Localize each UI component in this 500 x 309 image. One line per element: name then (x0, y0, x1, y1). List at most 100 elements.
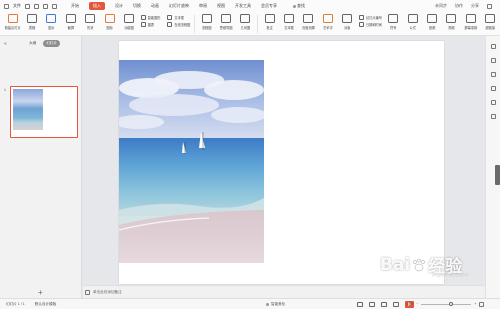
mindmap-button[interactable]: 思维导图 (216, 12, 235, 34)
shape-label: 形状 (87, 26, 94, 30)
tab-view[interactable]: 视图 (217, 3, 225, 9)
comment-button[interactable]: 批注 (260, 12, 279, 34)
online-flowchart-button[interactable]: 在线流程图 (167, 22, 190, 27)
beach-photo[interactable] (119, 60, 264, 263)
textbox-small-button[interactable]: 文本框 (167, 15, 184, 20)
backup-icon[interactable] (490, 100, 496, 105)
symbol-button[interactable]: 符号 (384, 12, 403, 34)
more-icon[interactable] (487, 3, 492, 9)
zoom-in-icon[interactable]: + (474, 302, 476, 306)
slides-panel: « 大纲 幻灯片 1 + (0, 36, 82, 298)
design-icon[interactable] (490, 58, 496, 63)
collaborate-button[interactable]: 协作 (455, 3, 463, 9)
undo-icon[interactable] (43, 3, 48, 9)
ribbon-divider (194, 15, 195, 33)
redo-icon[interactable] (52, 3, 57, 9)
reading-view-icon[interactable] (393, 301, 399, 307)
hyperlink-button[interactable]: 超链接 (481, 12, 500, 34)
tab-slideshow[interactable]: 幻灯片放映 (169, 3, 189, 9)
slide[interactable] (119, 41, 444, 284)
smart-graphic-icon (140, 15, 146, 20)
menu-icon[interactable] (4, 3, 9, 9)
tab-design[interactable]: 设计 (115, 3, 123, 9)
symbol-icon (388, 14, 399, 23)
image-icon (46, 14, 57, 23)
chart-button[interactable]: 图表 (140, 22, 154, 27)
slide-number-group: 幻灯片编号 日期和时间 (357, 12, 384, 34)
tab-outline[interactable]: 大纲 (26, 40, 39, 47)
video-icon (446, 14, 457, 23)
new-slide-button[interactable]: 新建幻灯片 (3, 12, 22, 34)
side-panel-tab[interactable] (495, 165, 500, 185)
textbox-button[interactable]: 文本框 (279, 12, 298, 34)
date-time-button[interactable]: 日期和时间 (358, 22, 382, 27)
smart-graphic-button[interactable]: 智能图形 (140, 15, 160, 20)
wordart-label: 艺术字 (323, 26, 333, 30)
add-slide-button[interactable]: + (38, 288, 43, 297)
audio-button[interactable]: 音频 (422, 12, 441, 34)
collapse-panel-icon[interactable]: « (4, 41, 7, 47)
formula-icon (407, 14, 418, 23)
tab-insert[interactable]: 插入 (89, 2, 105, 10)
formula-label: 公式 (409, 26, 416, 30)
table-label: 表格 (28, 26, 36, 30)
zoom-slider[interactable] (421, 301, 472, 306)
notes-bar[interactable]: 单击此处添加备注 (83, 285, 485, 298)
symbol-label: 符号 (390, 26, 397, 30)
baidu-watermark: Bai 经验 jingyan.baidu.com (380, 252, 469, 278)
function-chart-button[interactable]: 功能图 (119, 12, 138, 34)
sync-status[interactable]: 未同步 (435, 3, 447, 9)
style-icon[interactable] (490, 86, 496, 91)
tab-developer[interactable]: 开发工具 (235, 3, 251, 9)
watermark-url: jingyan.baidu.com (432, 272, 469, 277)
textbox-icon (284, 14, 295, 23)
sorter-view-icon[interactable] (381, 301, 387, 307)
geometry-button[interactable]: 几何图 (236, 12, 255, 34)
slide-thumbnail[interactable] (10, 86, 78, 138)
screen-record-button[interactable]: 屏幕录制 (461, 12, 480, 34)
slide-number-label: 幻灯片编号 (365, 16, 382, 20)
search-box[interactable]: 查找 (293, 3, 305, 9)
flowchart-button[interactable]: 流程图 (197, 12, 216, 34)
tab-transitions[interactable]: 切换 (133, 3, 141, 9)
status-bar: 幻灯片 1 / 1 默认设计模板 智能美化 45% − + (0, 298, 500, 309)
fit-window-icon[interactable] (479, 301, 485, 307)
image-button[interactable]: 图片 (42, 12, 61, 34)
screenshot-button[interactable]: 截屏 (61, 12, 80, 34)
table-button[interactable]: 表格 (22, 12, 41, 34)
notes-view-icon[interactable] (357, 301, 363, 307)
file-menu[interactable]: 文件 (13, 3, 21, 9)
zoom-slider-knob[interactable] (449, 301, 454, 306)
tab-review[interactable]: 审阅 (199, 3, 207, 9)
watermark-brand-left: Bai (380, 254, 411, 275)
shape-button[interactable]: 形状 (81, 12, 100, 34)
icons-button[interactable]: 图标 (100, 12, 119, 34)
animation-icon[interactable] (490, 72, 496, 77)
wordart-button[interactable]: 艺术字 (318, 12, 337, 34)
tab-home[interactable]: 开始 (71, 3, 79, 9)
normal-view-icon[interactable] (369, 301, 375, 307)
icons-icon (104, 14, 115, 23)
share-button[interactable]: 分享 (471, 3, 479, 9)
properties-icon[interactable] (490, 44, 496, 49)
mindmap-label: 思维导图 (219, 26, 233, 30)
zoom-out-icon[interactable]: − (416, 302, 418, 306)
zoom-level[interactable]: 45% (406, 302, 413, 306)
tab-slides[interactable]: 幻灯片 (43, 40, 60, 47)
search-icon (293, 4, 296, 8)
object-button[interactable]: 对象 (338, 12, 357, 34)
save-icon[interactable] (25, 3, 30, 9)
tab-animations[interactable]: 动画 (151, 3, 159, 9)
print-icon[interactable] (34, 3, 39, 9)
formula-button[interactable]: 公式 (403, 12, 422, 34)
header-footer-button[interactable]: 页眉页脚 (299, 12, 318, 34)
object-icon (342, 14, 353, 23)
settings-icon[interactable] (490, 114, 496, 119)
tab-member[interactable]: 会员专享 (261, 3, 277, 9)
screen-record-label: 屏幕录制 (464, 26, 478, 30)
new-slide-label: 新建幻灯片 (4, 26, 21, 30)
video-button[interactable]: 视频 (442, 12, 461, 34)
comment-label: 批注 (266, 26, 273, 30)
slide-number-button[interactable]: 幻灯片编号 (358, 15, 382, 20)
beautify-button[interactable]: 智能美化 (266, 302, 285, 307)
